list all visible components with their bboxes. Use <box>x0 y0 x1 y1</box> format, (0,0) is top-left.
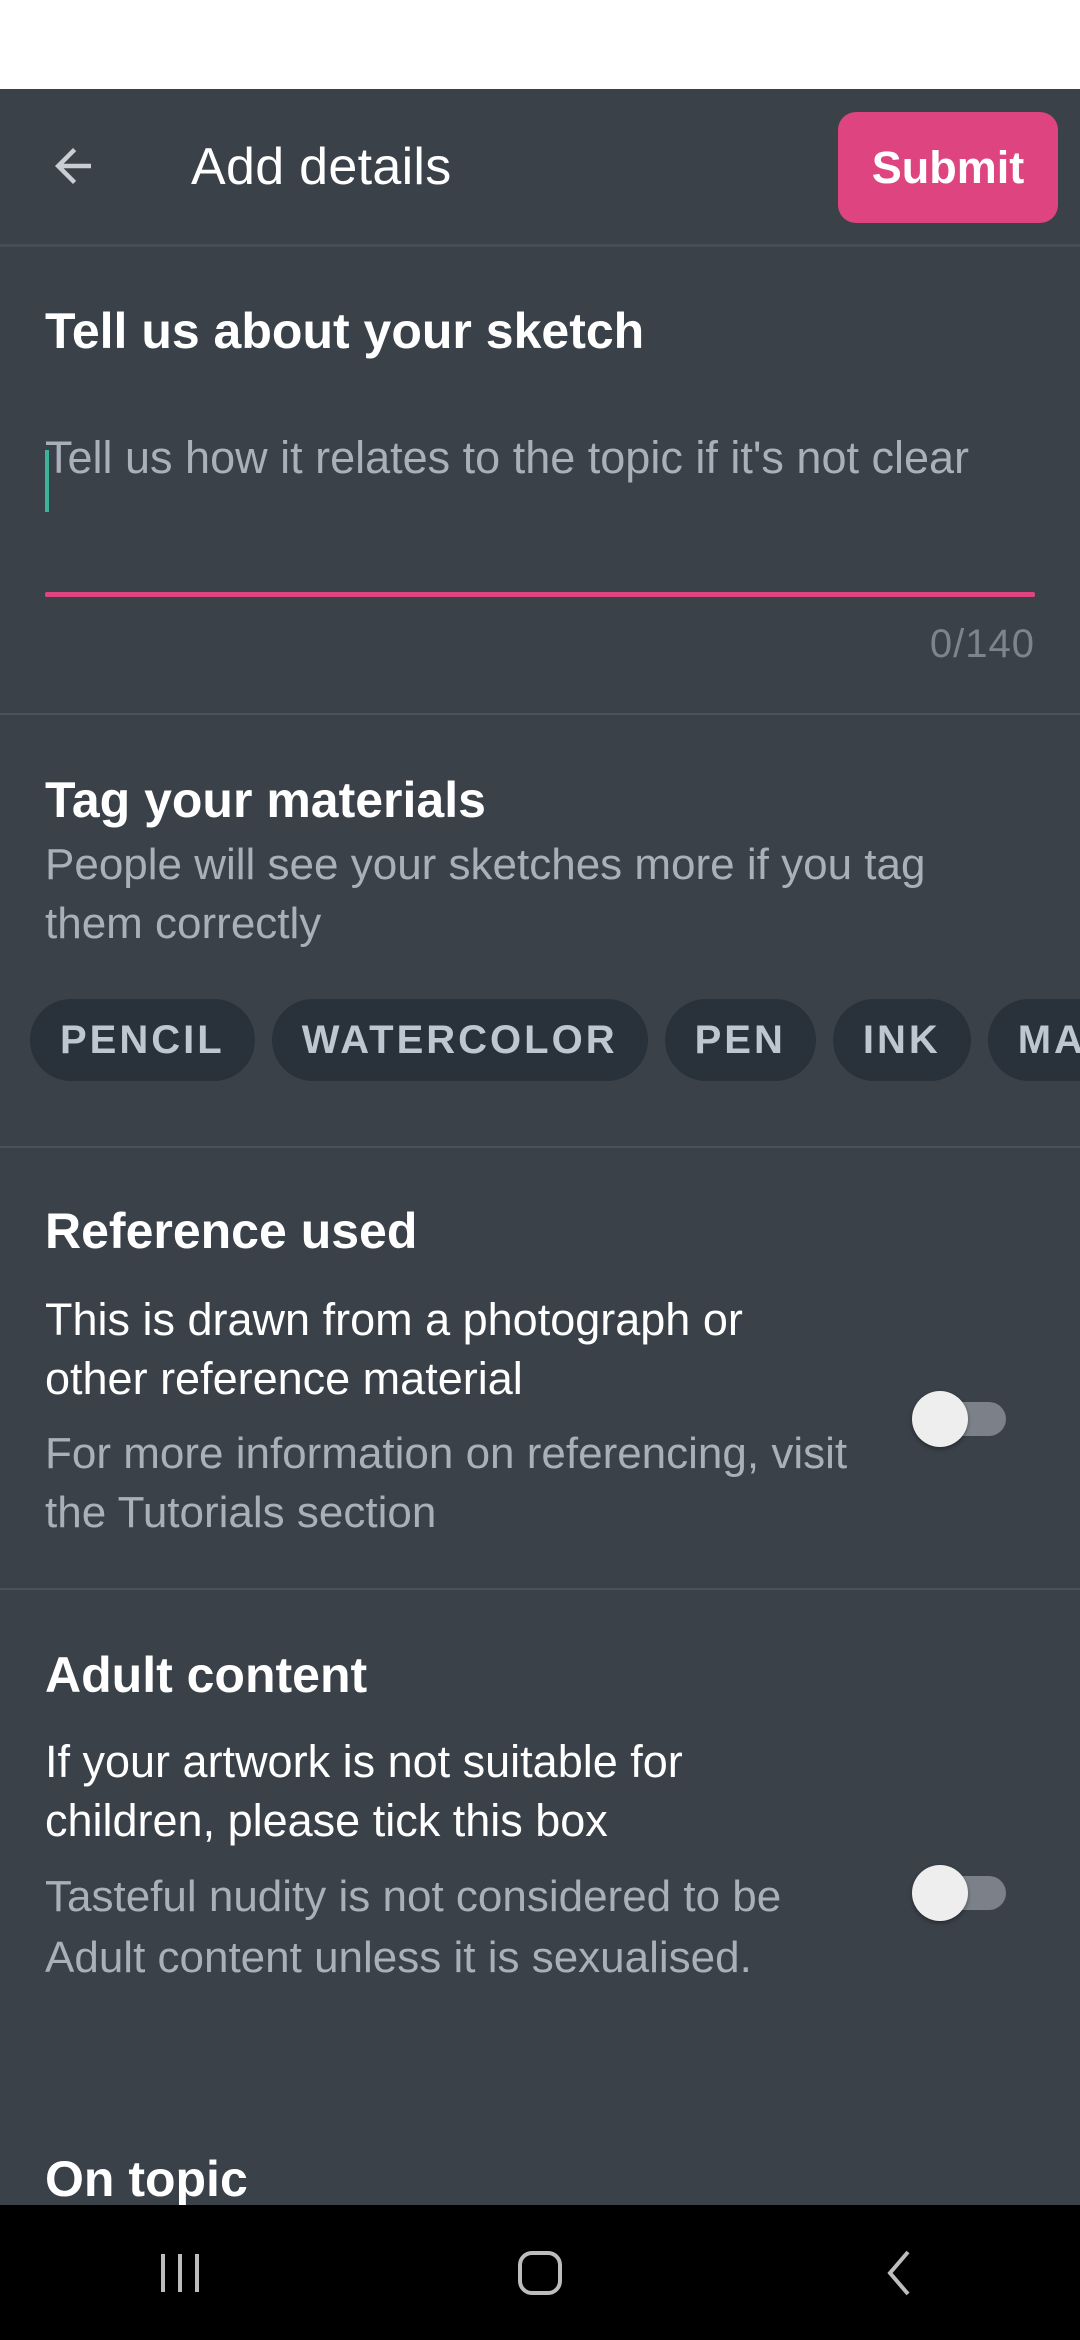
character-counter: 0/140 <box>929 622 1035 666</box>
input-underline <box>45 592 1035 597</box>
adult-heading: Adult content <box>45 1647 368 1703</box>
arrow-left-icon <box>55 148 91 184</box>
system-nav-bar <box>0 2205 1080 2340</box>
home-icon <box>518 2250 562 2295</box>
reference-description: This is drawn from a photograph or other… <box>45 1294 743 1404</box>
reference-toggle[interactable] <box>912 1388 1006 1447</box>
back-button[interactable] <box>30 123 116 209</box>
adult-note: Tasteful nudity is not considered to be … <box>45 1872 782 1982</box>
nav-back-button[interactable] <box>820 2223 980 2323</box>
page-title: Add details <box>191 138 452 196</box>
adult-toggle[interactable] <box>912 1862 1006 1921</box>
chip-marker[interactable]: MARK <box>987 999 1080 1081</box>
reference-note: For more information on referencing, vis… <box>45 1429 848 1537</box>
description-input[interactable] <box>45 430 1035 590</box>
chip-ink[interactable]: INK <box>832 999 971 1081</box>
adult-description: If your artwork is not suitable for chil… <box>45 1736 683 1846</box>
text-caret <box>45 450 49 512</box>
description-section: Tell us about your sketch 0/140 <box>0 250 1080 715</box>
recent-apps-button[interactable] <box>100 2223 260 2323</box>
submit-button[interactable]: Submit <box>838 112 1058 223</box>
adult-section: Adult content If your artwork is not sui… <box>0 1590 1080 2100</box>
toggle-thumb <box>912 1865 968 1921</box>
home-button[interactable] <box>460 2223 620 2323</box>
toggle-thumb <box>912 1391 968 1447</box>
description-heading: Tell us about your sketch <box>45 303 645 359</box>
materials-heading: Tag your materials <box>45 772 486 828</box>
chip-watercolor[interactable]: WATERCOLOR <box>271 999 648 1081</box>
nav-back-icon <box>887 2250 910 2295</box>
app-bar: Add details Submit <box>0 89 1080 247</box>
materials-section: Tag your materials People will see your … <box>0 715 1080 1148</box>
chip-pen[interactable]: PEN <box>664 999 816 1081</box>
material-chips: PENCIL WATERCOLOR PEN INK MARK <box>30 999 1080 1081</box>
chip-pencil[interactable]: PENCIL <box>30 999 255 1081</box>
reference-section: Reference used This is drawn from a phot… <box>0 1148 1080 1590</box>
on-topic-heading: On topic <box>45 2151 248 2207</box>
status-bar <box>0 0 1080 89</box>
materials-subtitle: People will see your sketches more if yo… <box>45 840 926 948</box>
reference-heading: Reference used <box>45 1203 418 1259</box>
recent-apps-icon <box>161 2253 199 2292</box>
